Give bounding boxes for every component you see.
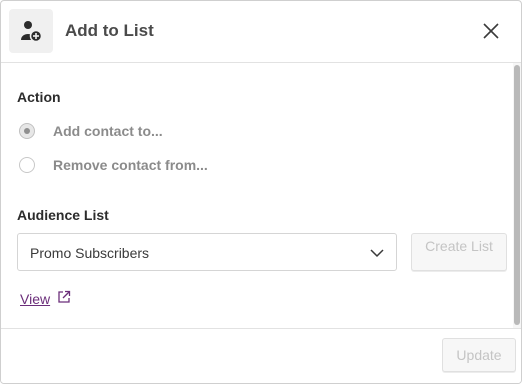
external-link-icon[interactable] bbox=[57, 290, 71, 304]
close-icon[interactable] bbox=[479, 19, 503, 43]
select-value: Promo Subscribers bbox=[30, 245, 150, 261]
dialog-footer: Update bbox=[1, 328, 521, 383]
audience-list-select[interactable]: Promo Subscribers bbox=[17, 233, 397, 271]
header-icon-box bbox=[9, 9, 53, 53]
close-button[interactable] bbox=[479, 19, 503, 43]
radio-remove-contact[interactable]: Remove contact from... bbox=[19, 156, 239, 176]
action-label: Action bbox=[17, 89, 61, 105]
add-user-icon bbox=[21, 21, 43, 42]
view-link[interactable]: View bbox=[20, 291, 50, 307]
scrollbar-thumb[interactable] bbox=[514, 65, 520, 325]
radio-label-remove: Remove contact from... bbox=[53, 157, 208, 173]
chevron-down-icon bbox=[370, 249, 384, 258]
dialog-header: Add to List bbox=[1, 1, 521, 63]
add-to-list-dialog: Add to List Action Add contact to... Rem… bbox=[0, 0, 522, 384]
update-button[interactable]: Update bbox=[442, 338, 516, 372]
audience-list-label: Audience List bbox=[17, 207, 109, 223]
dialog-body: Action Add contact to... Remove contact … bbox=[1, 63, 513, 327]
create-list-button[interactable]: Create List bbox=[411, 233, 507, 271]
dialog-title: Add to List bbox=[65, 21, 154, 40]
radio-button-unchecked[interactable] bbox=[19, 157, 35, 173]
radio-add-contact[interactable]: Add contact to... bbox=[19, 122, 219, 142]
radio-label-add: Add contact to... bbox=[53, 123, 163, 139]
radio-button-checked[interactable] bbox=[19, 123, 35, 139]
